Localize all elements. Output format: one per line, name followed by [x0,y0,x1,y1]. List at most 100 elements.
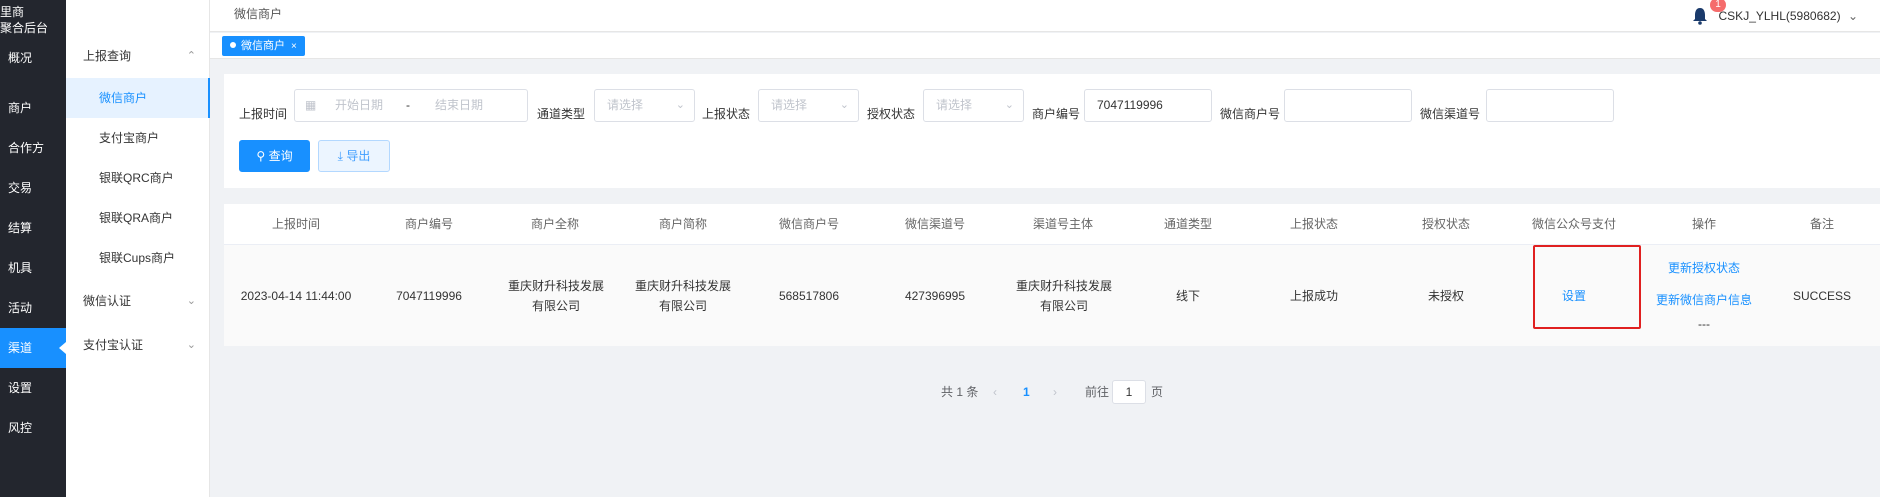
column-header: 备注 [1809,217,1834,231]
submenu-group-report-query[interactable]: 上报查询 ⌃ [66,36,210,76]
chevron-up-icon: ⌃ [186,50,196,62]
wx-channel-no-label: 微信渠道号 [1420,107,1481,121]
column-header: 操作 [1691,217,1716,231]
brand-line-2: 聚合后台 [0,21,49,35]
user-account-menu[interactable]: CSKJ_YLHL(5980682) ⌄ [1719,9,1858,23]
end-date-input[interactable]: 结束日期 [435,90,483,121]
nav-item-channel[interactable]: 渠道 [0,328,66,368]
pagination: 共 1 条 ‹ 1 › 前往 1 页 [0,380,1880,404]
column-header: 上报状态 [1289,217,1338,231]
page-number-1[interactable]: 1 [1023,380,1030,404]
tabs-bar: 微信商户 × [210,33,1880,59]
submenu-item-alipay-merchant[interactable]: 支付宝商户 [66,118,210,158]
channel-submenu: 上报查询 ⌃ 微信商户 支付宝商户 银联QRC商户 银联QRA商户 银联Cups… [66,0,210,497]
notification-bell[interactable]: 1 [1690,0,1726,26]
breadcrumb: 微信商户 [234,7,283,21]
merchant-no-input[interactable]: 7047119996 [1084,89,1212,122]
cell-report-time: 2023-04-14 11:44:00 [240,289,352,303]
submenu-group-label: 微信认证 [83,294,132,308]
nav-item-settlement[interactable]: 结算 [0,208,66,248]
column-header: 商户简称 [658,217,707,231]
download-icon: ⤓ [337,149,343,163]
channel-type-label: 通道类型 [537,107,586,121]
report-time-label: 上报时间 [239,107,288,121]
prev-page-button[interactable]: ‹ [993,380,997,404]
cell-operations: 更新授权状态 更新微信商户信息 --- [1636,245,1772,347]
next-page-button[interactable]: › [1053,380,1057,404]
cell-wx-merchant-no: 568517806 [778,289,840,303]
submenu-item-unionpay-qra[interactable]: 银联QRA商户 [66,198,210,238]
brand-line-1: 里商 [0,5,25,19]
nav-item-overview[interactable]: 概况 [0,38,66,78]
cell-channel-subject: 重庆财升科技发展有限公司 [1015,279,1112,313]
cell-remark: SUCCESS [1792,289,1851,303]
wx-pay-settings-link[interactable]: 设置 [1562,286,1586,306]
start-date-input[interactable]: 开始日期 [335,90,383,121]
chevron-down-icon: ⌄ [675,99,685,111]
report-status-label: 上报状态 [702,107,751,121]
chevron-down-icon: ⌄ [186,295,196,307]
report-status-select[interactable]: 请选择 ⌄ [758,89,859,122]
cell-auth-status: 未授权 [1427,289,1464,303]
table-row: 2023-04-14 11:44:00 7047119996 重庆财升科技发展有… [224,244,1880,346]
date-separator: - [406,98,410,112]
channel-type-select[interactable]: 请选择 ⌄ [594,89,695,122]
column-header: 微信渠道号 [904,217,965,231]
close-icon[interactable]: × [291,41,297,52]
calendar-icon: ▦ [305,98,317,112]
goto-page-input[interactable]: 1 [1112,380,1146,404]
operations-placeholder: --- [1698,317,1710,331]
update-auth-status-link[interactable]: 更新授权状态 [1668,258,1740,278]
top-header: 微信商户 1 CSKJ_YLHL(5980682) ⌄ [210,0,1880,32]
chevron-down-icon: ⌄ [186,339,196,351]
update-wx-merchant-info-link[interactable]: 更新微信商户信息 [1656,290,1752,310]
column-header: 微信公众号支付 [1531,217,1616,231]
chevron-down-icon: ⌄ [839,99,849,111]
nav-item-device[interactable]: 机具 [0,248,66,288]
column-header: 微信商户号 [778,217,839,231]
merchant-no-label: 商户编号 [1032,107,1081,121]
nav-item-merchant[interactable]: 商户 [0,88,66,128]
search-icon: ⚲ [256,149,266,163]
column-header: 渠道号主体 [1032,217,1093,231]
cell-wx-pay: 设置 [1512,245,1636,347]
column-header: 上报时间 [271,217,320,231]
filter-panel: 上报时间 ▦ 开始日期 - 结束日期 通道类型 请选择 ⌄ 上报状态 请选择 ⌄… [224,74,1880,188]
submenu-group-alipay-auth[interactable]: 支付宝认证 ⌄ [66,325,210,365]
channel-type-placeholder: 请选择 [607,98,644,112]
tab-wechat-merchant[interactable]: 微信商户 × [222,36,305,56]
report-time-range-picker[interactable]: ▦ 开始日期 - 结束日期 [294,89,528,122]
pagination-total: 共 1 条 [941,385,979,399]
submenu-group-label: 上报查询 [83,49,132,63]
auth-status-label: 授权状态 [867,107,916,121]
column-header: 通道类型 [1163,217,1212,231]
user-name: CSKJ_YLHL(5980682) [1718,9,1841,23]
nav-item-partner[interactable]: 合作方 [0,128,66,168]
submenu-item-unionpay-cups[interactable]: 银联Cups商户 [66,238,210,278]
bell-icon [1693,8,1707,25]
wx-channel-no-input[interactable] [1486,89,1614,122]
active-dot-icon [230,42,236,48]
goto-suffix: 页 [1151,385,1164,399]
cell-merchant-no: 7047119996 [396,289,462,303]
wx-merchant-no-label: 微信商户号 [1220,107,1281,121]
submenu-item-unionpay-qrc[interactable]: 银联QRC商户 [66,158,210,198]
nav-item-transaction[interactable]: 交易 [0,168,66,208]
wx-merchant-no-input[interactable] [1284,89,1412,122]
nav-item-risk[interactable]: 风控 [0,408,66,448]
query-button-label: 查询 [268,149,293,163]
auth-status-placeholder: 请选择 [936,98,973,112]
cell-channel-type: 线下 [1175,289,1200,303]
nav-item-activity[interactable]: 活动 [0,288,66,328]
column-header: 授权状态 [1421,217,1470,231]
cell-short-name: 重庆财升科技发展有限公司 [634,279,731,313]
brand-logo-text: 里商 聚合后台 [0,4,66,36]
query-button[interactable]: ⚲ 查询 [239,140,310,172]
export-button[interactable]: ⤓ 导出 [318,140,390,172]
chevron-down-icon: ⌄ [1004,99,1014,111]
column-header: 商户编号 [404,217,453,231]
auth-status-select[interactable]: 请选择 ⌄ [923,89,1024,122]
submenu-group-wechat-auth[interactable]: 微信认证 ⌄ [66,281,210,321]
submenu-item-wechat-merchant[interactable]: 微信商户 [66,78,210,118]
cell-full-name: 重庆财升科技发展有限公司 [507,279,604,313]
